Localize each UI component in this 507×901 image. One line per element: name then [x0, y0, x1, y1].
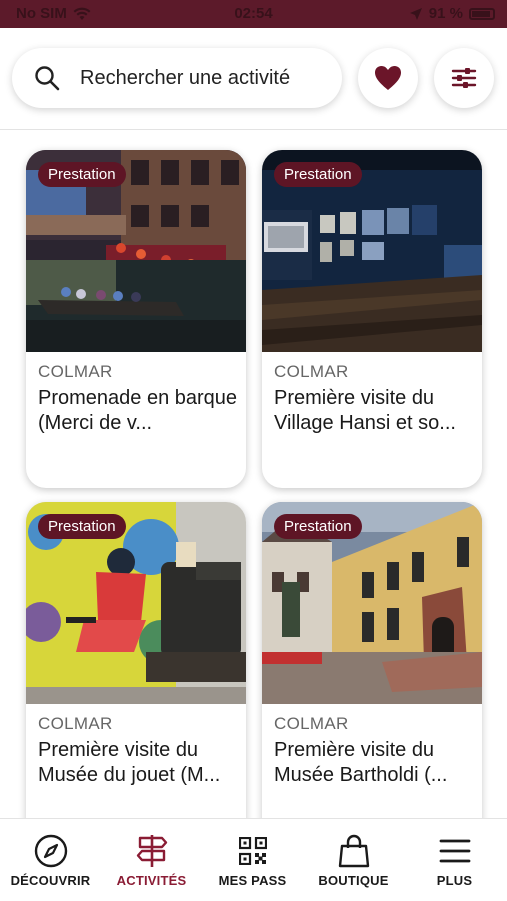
prestation-badge: Prestation [274, 514, 362, 539]
tab-label: BOUTIQUE [318, 873, 389, 888]
heart-icon [375, 66, 401, 90]
tab-label: ACTIVITÉS [116, 873, 187, 888]
card-title: Promenade en barque (Merci de v... [38, 387, 238, 434]
menu-icon [439, 839, 470, 863]
card-city: COLMAR [274, 362, 349, 381]
signpost-icon [136, 835, 167, 867]
tab-label: MES PASS [218, 873, 287, 888]
battery-icon [469, 7, 495, 20]
activity-card-promenade-barque[interactable]: Prestation COLMAR Promenade en barque (M… [26, 150, 246, 488]
compass-icon [34, 834, 67, 868]
prestation-badge: Prestation [38, 514, 126, 539]
card-city: COLMAR [38, 362, 113, 381]
activity-card-musee-bartholdi[interactable]: Prestation COLMAR Première visite du Mus… [262, 502, 482, 818]
location-arrow-icon [409, 7, 422, 20]
status-bar: No SIM 02:54 91 % [0, 0, 507, 28]
card-title: Première visite du Musée Bartholdi (... [274, 739, 448, 786]
tab-mes-pass[interactable]: MES PASS [202, 819, 303, 901]
tab-activites[interactable]: ACTIVITÉS [101, 819, 202, 901]
activity-grid: Prestation COLMAR Promenade en barque (M… [0, 130, 507, 818]
qr-code-icon [238, 837, 267, 865]
card-city: COLMAR [38, 714, 113, 733]
search-bar[interactable]: Rechercher une activité [12, 48, 342, 108]
bottom-tab-bar: DÉCOUVRIR ACTIVITÉS MES PASS BOUTIQUE PL… [0, 818, 507, 900]
search-icon [35, 66, 60, 91]
sliders-icon [451, 68, 477, 88]
filter-button[interactable] [434, 48, 494, 108]
card-title: Première visite du Musée du jouet (M... [38, 739, 221, 786]
tab-label: PLUS [436, 873, 473, 888]
activity-card-musee-jouet[interactable]: Prestation COLMAR Première visite du Mus… [26, 502, 246, 818]
card-city: COLMAR [274, 714, 349, 733]
tab-plus[interactable]: PLUS [404, 819, 505, 901]
tab-decouvrir[interactable]: DÉCOUVRIR [0, 819, 101, 901]
card-title: Première visite du Village Hansi et so..… [274, 387, 456, 434]
prestation-badge: Prestation [38, 162, 126, 187]
status-right: 91 % [409, 5, 495, 22]
tab-boutique[interactable]: BOUTIQUE [303, 819, 404, 901]
prestation-badge: Prestation [274, 162, 362, 187]
shopping-bag-icon [338, 834, 369, 868]
battery-percent: 91 % [428, 5, 463, 22]
activity-card-village-hansi[interactable]: Prestation COLMAR Première visite du Vil… [262, 150, 482, 488]
tab-label: DÉCOUVRIR [10, 873, 91, 888]
favorites-button[interactable] [358, 48, 418, 108]
header: Rechercher une activité [0, 28, 507, 130]
search-placeholder: Rechercher une activité [80, 66, 291, 89]
